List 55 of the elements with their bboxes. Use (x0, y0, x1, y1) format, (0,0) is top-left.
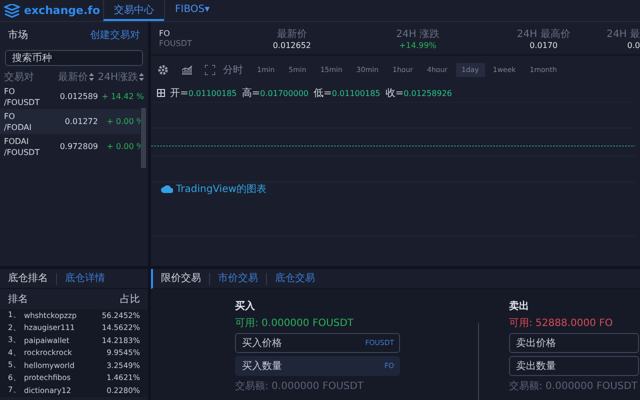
search-field[interactable]: 搜索币种 (5, 50, 143, 66)
column-header[interactable]: 最新价 (54, 70, 94, 84)
available-balance: 可用: 52888.0000 FO (509, 317, 614, 330)
trade-total: 交易额: 0.000000 FOUSDT (235, 380, 365, 393)
pair-name: FODAI /FOUSDT (4, 136, 41, 158)
nav-tab[interactable]: FIBOS▾ (164, 0, 220, 21)
sort-icon[interactable] (139, 73, 144, 81)
settings-icon[interactable] (157, 64, 169, 76)
stat-value: 0.0 (627, 40, 640, 50)
logo-icon (4, 4, 20, 18)
stat-label: 24H 最高价 (516, 28, 570, 40)
input-field[interactable]: 卖出数量 (509, 356, 639, 376)
change-cell-text: + 14.42 % (100, 92, 144, 101)
indicator-chart-icon[interactable] (181, 65, 193, 75)
trade-total: 交易额: 0.000000 FOUSDT (509, 380, 639, 393)
panel-tab[interactable]: 底仓排名 (0, 272, 56, 284)
stat-value: +14.99% (399, 40, 436, 50)
price-cell-text: 0.972809 (58, 142, 98, 151)
trade-tab[interactable]: 市价交易 (209, 272, 266, 284)
price-cell-text: 0.01272 (64, 117, 98, 126)
panel-title: 市场 (8, 28, 28, 42)
available-balance: 可用: 0.000000 FOUSDT (235, 317, 355, 330)
grid-icon[interactable] (157, 89, 165, 97)
pair-name: FO /FODAI (4, 110, 32, 132)
ohlc-value: 高=0.01700000 (242, 86, 308, 100)
panel-tab[interactable]: 底仓详情 (56, 272, 113, 284)
side-title: 买入 (235, 300, 256, 313)
column-header[interactable]: 24H涨跌 (94, 70, 144, 84)
logo-text: exchange.fo (24, 4, 100, 17)
input-field[interactable]: 卖出价格 (509, 333, 639, 353)
stat-value: 0.0170 (530, 40, 558, 50)
base-symbol: FO (159, 28, 171, 39)
create-pair-link[interactable]: 创建交易对 (90, 28, 140, 42)
pair-name: FO /FOUSDT (4, 86, 41, 108)
column-header: 交易对 (4, 70, 35, 84)
ohlc-value: 收=0.01258926 (385, 87, 452, 100)
cloud-logo-icon (161, 185, 173, 193)
price-cell-text: 0.012589 (58, 92, 98, 101)
sort-icon[interactable] (89, 73, 94, 81)
trade-tab[interactable]: 限价交易 (153, 272, 209, 284)
quote-symbol: FOUSDT (159, 39, 193, 48)
column-header: 排名 (8, 292, 28, 306)
side-title: 卖出 (509, 300, 530, 313)
attribution-link[interactable]: TradingView的图表 (176, 182, 266, 196)
ohlc-value: 低=0.01100185 (314, 87, 380, 100)
fullscreen-icon[interactable] (205, 65, 215, 75)
stat-value: 0.012652 (272, 40, 312, 50)
stat-label: 24H 最 (606, 28, 640, 40)
stat-label: 24H 涨跌 (396, 28, 440, 40)
trade-tab[interactable]: 底仓交易 (266, 272, 323, 284)
scrollbar-thumb[interactable] (141, 108, 146, 168)
ohlc-value: 开=0.01100185 (170, 87, 237, 100)
stat-label: 最新价 (276, 28, 307, 40)
column-header: 占比 (120, 292, 140, 306)
interval-tab[interactable]: 分时 (217, 60, 249, 80)
